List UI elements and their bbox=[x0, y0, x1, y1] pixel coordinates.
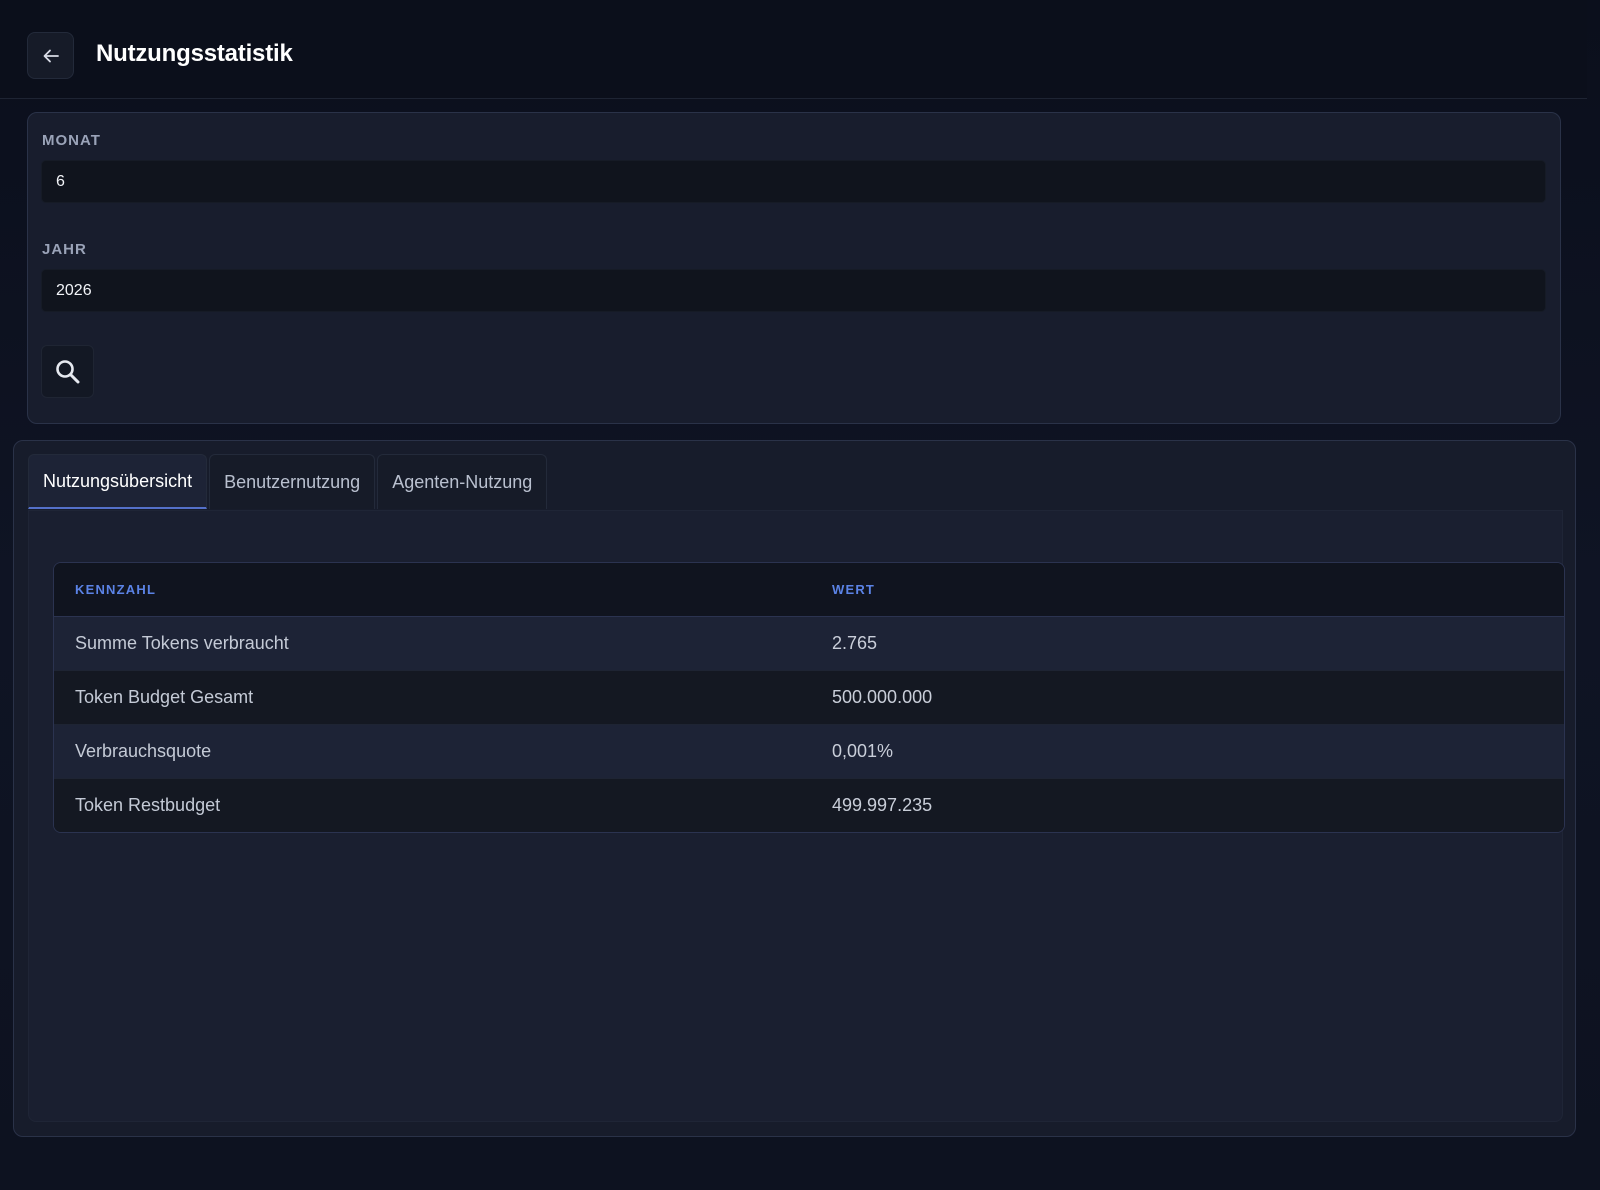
table-row: Summe Tokens verbraucht 2.765 bbox=[54, 617, 1564, 671]
results-card: Nutzungsübersicht Benutzernutzung Agente… bbox=[13, 440, 1576, 1137]
month-input[interactable] bbox=[41, 160, 1546, 203]
metric-cell: Token Budget Gesamt bbox=[75, 687, 254, 707]
filter-card: MONAT JAHR bbox=[27, 112, 1561, 424]
table-header: KENNZAHL WERT bbox=[54, 563, 1564, 617]
table-row: Verbrauchsquote 0,001% bbox=[54, 725, 1564, 779]
tab-user-usage[interactable]: Benutzernutzung bbox=[209, 454, 376, 509]
table-row: Token Budget Gesamt 500.000.000 bbox=[54, 671, 1564, 725]
page-title: Nutzungsstatistik bbox=[96, 40, 293, 67]
search-button[interactable] bbox=[41, 345, 94, 398]
page-header: Nutzungsstatistik bbox=[0, 0, 1587, 99]
month-label: MONAT bbox=[42, 132, 101, 149]
tab-agent-usage[interactable]: Agenten-Nutzung bbox=[377, 454, 548, 509]
column-header-metric: KENNZAHL bbox=[75, 582, 157, 597]
table-row: Token Restbudget 499.997.235 bbox=[54, 779, 1564, 832]
arrow-left-icon bbox=[43, 49, 59, 62]
metric-cell: Verbrauchsquote bbox=[75, 741, 212, 761]
value-cell: 0,001% bbox=[832, 741, 894, 761]
tab-panel: KENNZAHL WERT Summe Tokens verbraucht 2.… bbox=[28, 510, 1565, 1122]
column-header-value: WERT bbox=[832, 582, 876, 597]
value-cell: 2.765 bbox=[832, 633, 878, 653]
metric-cell: Summe Tokens verbraucht bbox=[75, 633, 289, 653]
tab-bar: Nutzungsübersicht Benutzernutzung Agente… bbox=[28, 454, 549, 510]
search-icon bbox=[55, 359, 79, 383]
metric-cell: Token Restbudget bbox=[75, 795, 221, 815]
back-button[interactable] bbox=[27, 32, 74, 79]
value-cell: 499.997.235 bbox=[832, 795, 933, 815]
year-input[interactable] bbox=[41, 269, 1546, 312]
tab-usage-overview[interactable]: Nutzungsübersicht bbox=[28, 454, 208, 509]
year-label: JAHR bbox=[42, 241, 87, 258]
value-cell: 500.000.000 bbox=[832, 687, 933, 707]
usage-table: KENNZAHL WERT Summe Tokens verbraucht 2.… bbox=[53, 562, 1565, 833]
